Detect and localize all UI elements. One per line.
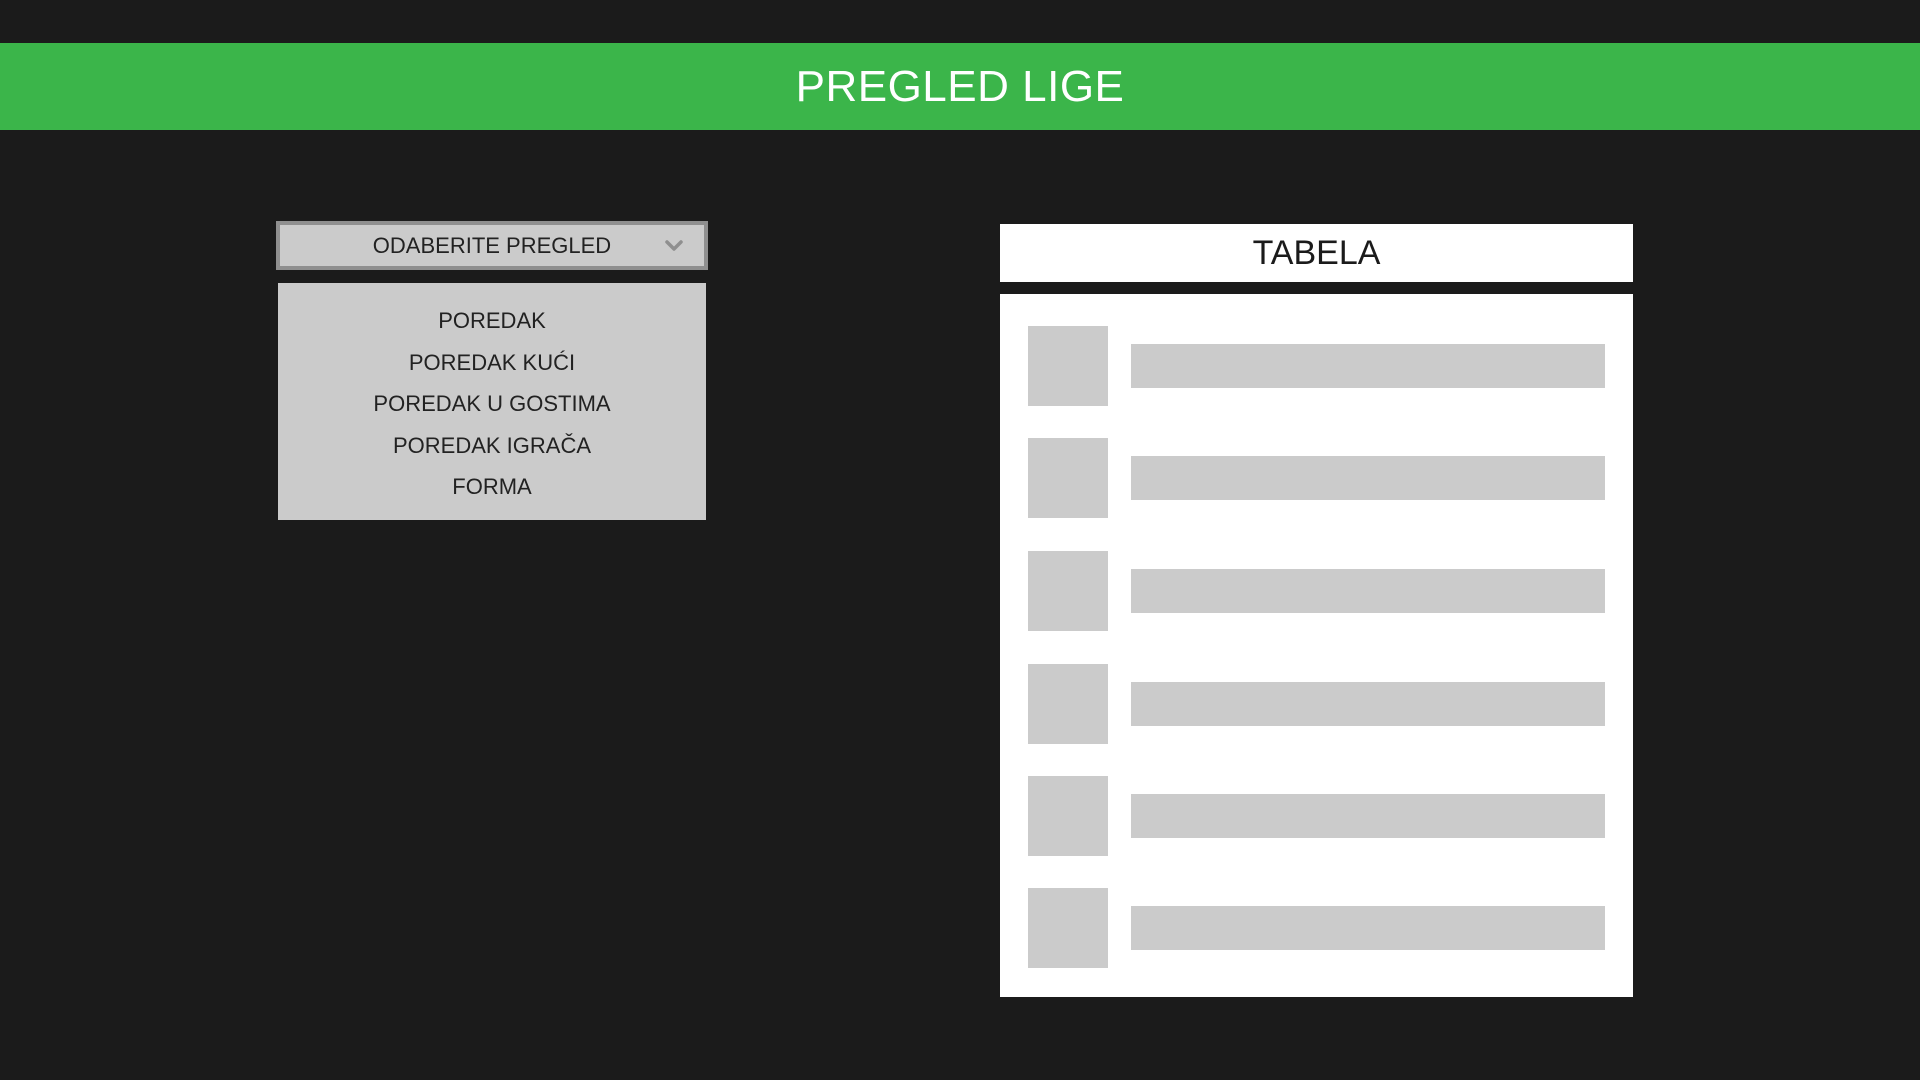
- table-row: [1028, 664, 1605, 744]
- chevron-down-icon: [665, 239, 683, 251]
- row-content-placeholder: [1131, 456, 1605, 500]
- table-row: [1028, 326, 1605, 406]
- menu-item-poredak-kuci[interactable]: POREDAK KUĆI: [278, 342, 706, 384]
- view-select-label: ODABERITE PREGLED: [372, 232, 612, 258]
- menu-item-forma[interactable]: FORMA: [278, 466, 706, 508]
- view-select-dropdown[interactable]: ODABERITE PREGLED: [276, 221, 708, 270]
- menu-item-poredak[interactable]: POREDAK: [278, 300, 706, 342]
- row-thumbnail-placeholder: [1028, 438, 1108, 518]
- table-panel: [1000, 294, 1633, 997]
- table-header: TABELA: [1000, 224, 1633, 282]
- row-content-placeholder: [1131, 569, 1605, 613]
- page-title: PREGLED LIGE: [795, 61, 1125, 111]
- table-row: [1028, 776, 1605, 856]
- menu-item-poredak-igraca[interactable]: POREDAK IGRAČA: [278, 425, 706, 467]
- row-thumbnail-placeholder: [1028, 888, 1108, 968]
- header-bar: PREGLED LIGE: [0, 43, 1920, 130]
- row-content-placeholder: [1131, 682, 1605, 726]
- row-thumbnail-placeholder: [1028, 326, 1108, 406]
- table-title: TABELA: [1252, 233, 1381, 272]
- row-thumbnail-placeholder: [1028, 551, 1108, 631]
- row-content-placeholder: [1131, 344, 1605, 388]
- table-row: [1028, 551, 1605, 631]
- view-options-menu: POREDAK POREDAK KUĆI POREDAK U GOSTIMA P…: [278, 283, 706, 520]
- menu-item-poredak-u-gostima[interactable]: POREDAK U GOSTIMA: [278, 383, 706, 425]
- table-row: [1028, 888, 1605, 968]
- row-content-placeholder: [1131, 906, 1605, 950]
- row-content-placeholder: [1131, 794, 1605, 838]
- row-thumbnail-placeholder: [1028, 776, 1108, 856]
- table-row: [1028, 438, 1605, 518]
- row-thumbnail-placeholder: [1028, 664, 1108, 744]
